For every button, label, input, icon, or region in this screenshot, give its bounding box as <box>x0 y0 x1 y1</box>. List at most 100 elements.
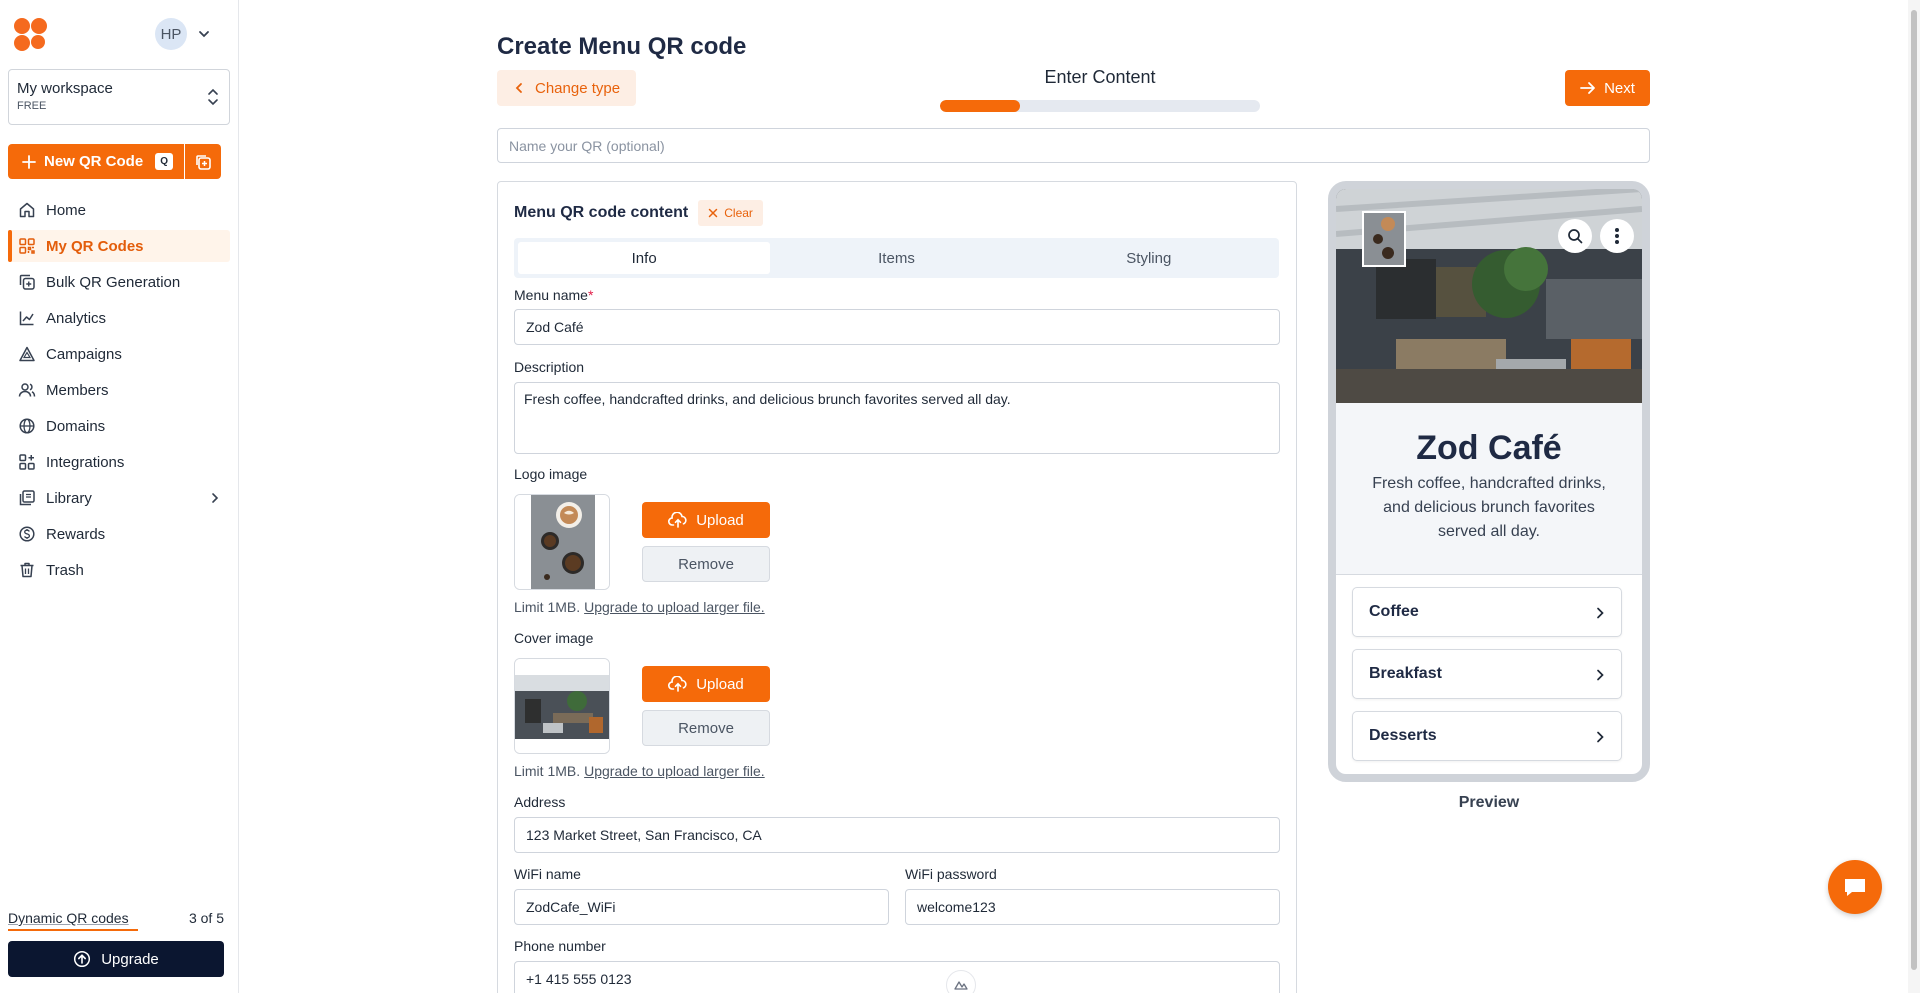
sidebar-item-label: My QR Codes <box>46 237 144 255</box>
tab-info[interactable]: Info <box>518 242 771 274</box>
menu-name-input[interactable]: Zod Café <box>514 309 1280 345</box>
cover-image-label: Cover image <box>514 630 594 646</box>
sidebar-item-label: Library <box>46 489 92 507</box>
preview-description: Fresh coffee, handcrafted drinks, and de… <box>1372 475 1606 540</box>
description-label: Description <box>514 359 585 375</box>
sidebar-item-library[interactable]: Library <box>8 482 230 514</box>
preview-title: Zod Café <box>1416 429 1562 467</box>
sidebar-item-members[interactable]: Members <box>8 374 230 406</box>
preview-more-button[interactable] <box>1600 219 1634 253</box>
integrations-icon <box>19 454 35 470</box>
upload-label: Upload <box>696 511 744 529</box>
shortcut-badge: Q <box>155 153 174 170</box>
sidebar-item-label: Domains <box>46 417 106 435</box>
card-title: Menu QR code content <box>514 204 689 221</box>
phone-preview: Zod Café Fresh coffee, handcrafted drink… <box>1328 181 1650 782</box>
preview-search-button[interactable] <box>1558 219 1592 253</box>
triangle-icon <box>19 346 35 362</box>
preview-category-breakfast[interactable]: Breakfast <box>1352 649 1622 699</box>
upgrade-upload-link[interactable]: Upgrade to upload larger file. <box>584 599 765 615</box>
sidebar-item-home[interactable]: Home <box>8 194 230 226</box>
step-label: Enter Content <box>1044 67 1156 87</box>
menu-name-label-text: Menu name <box>514 287 588 303</box>
sidebar-item-label: Home <box>46 201 87 219</box>
preview-category-desserts[interactable]: Desserts <box>1352 711 1622 761</box>
arrow-up-circle-icon <box>74 950 91 968</box>
step-progress-fill <box>940 100 1020 112</box>
cover-limit-text: Limit 1MB. Upgrade to upload larger file. <box>514 763 765 779</box>
account-menu[interactable]: HP <box>155 18 211 50</box>
chevron-up-down-icon <box>208 88 218 106</box>
logo-remove-button[interactable]: Remove <box>642 546 770 582</box>
trash-icon <box>20 562 34 578</box>
sidebar-nav: Home My QR Codes Bulk QR Generation Anal… <box>8 194 230 590</box>
duplicate-qr-button[interactable] <box>185 144 221 179</box>
chat-support-button[interactable] <box>1828 860 1882 914</box>
category-label: Desserts <box>1369 727 1437 744</box>
logo-upload-button[interactable]: Upload <box>642 502 770 538</box>
phone-number-input[interactable]: +1 415 555 0123 <box>514 961 1280 993</box>
copy-plus-icon <box>196 154 211 170</box>
workspace-name: My workspace <box>17 80 113 97</box>
avatar[interactable]: HP <box>155 18 187 50</box>
card-header: Menu QR code content Clear <box>514 200 763 226</box>
limit-text: Limit 1MB. <box>514 763 581 779</box>
sidebar-item-bulk-qr-generation[interactable]: Bulk QR Generation <box>8 266 230 298</box>
description-textarea[interactable]: Fresh coffee, handcrafted drinks, and de… <box>514 382 1280 454</box>
sidebar-item-campaigns[interactable]: Campaigns <box>8 338 230 370</box>
search-icon <box>1568 229 1583 244</box>
clear-button[interactable]: Clear <box>698 200 763 226</box>
upgrade-upload-link[interactable]: Upgrade to upload larger file. <box>584 763 765 779</box>
preview-cover-image <box>1336 189 1642 403</box>
chevron-right-icon <box>1597 607 1604 619</box>
library-icon <box>19 490 35 506</box>
menu-name-label: Menu name* <box>514 287 593 303</box>
sidebar-item-trash[interactable]: Trash <box>8 554 230 586</box>
new-qr-code-label: New QR Code <box>44 153 144 170</box>
sidebar-item-my-qr-codes[interactable]: My QR Codes <box>8 230 230 262</box>
cover-upload-button[interactable]: Upload <box>642 666 770 702</box>
sidebar-item-label: Trash <box>46 561 84 579</box>
step-progress-bar <box>940 100 1260 112</box>
upgrade-label: Upgrade <box>101 950 159 968</box>
cloud-upload-icon <box>668 512 687 528</box>
preview-category-coffee[interactable]: Coffee <box>1352 587 1622 637</box>
close-icon <box>708 208 718 218</box>
bulk-copy-icon <box>19 274 35 290</box>
wifi-password-input[interactable]: welcome123 <box>905 889 1280 925</box>
scrollbar-thumb[interactable] <box>1911 10 1917 970</box>
workspace-switcher[interactable]: My workspace FREE <box>8 69 230 125</box>
chevron-right-icon <box>212 493 219 503</box>
cover-remove-button[interactable]: Remove <box>642 710 770 746</box>
scroll-helper-button[interactable] <box>946 970 976 993</box>
sidebar: HP My workspace FREE New QR Code Q Home … <box>0 0 239 993</box>
next-label: Next <box>1604 79 1635 97</box>
mountain-icon <box>954 981 968 990</box>
upgrade-button[interactable]: Upgrade <box>8 941 224 977</box>
chevron-right-icon <box>1597 731 1604 743</box>
sidebar-item-analytics[interactable]: Analytics <box>8 302 230 334</box>
change-type-label: Change type <box>535 79 621 97</box>
sidebar-item-rewards[interactable]: Rewards <box>8 518 230 550</box>
address-label: Address <box>514 794 566 810</box>
page-scrollbar[interactable] <box>1908 0 1920 993</box>
cloud-upload-icon <box>668 676 687 692</box>
brand-logo-icon[interactable] <box>14 18 50 52</box>
qr-name-input[interactable] <box>497 128 1650 163</box>
change-type-button[interactable]: Change type <box>497 70 636 106</box>
sidebar-item-label: Campaigns <box>46 345 122 363</box>
sidebar-item-domains[interactable]: Domains <box>8 410 230 442</box>
address-input[interactable]: 123 Market Street, San Francisco, CA <box>514 817 1280 853</box>
arrow-right-icon <box>1580 82 1595 94</box>
new-qr-code-button[interactable]: New QR Code Q <box>8 144 184 179</box>
tab-items[interactable]: Items <box>770 242 1022 274</box>
sidebar-item-integrations[interactable]: Integrations <box>8 446 230 478</box>
dynamic-qr-usage: Dynamic QR codes 3 of 5 <box>8 910 224 926</box>
cover-cafe-image <box>515 659 609 753</box>
dynamic-qr-label[interactable]: Dynamic QR codes <box>8 910 129 926</box>
wifi-name-input[interactable]: ZodCafe_WiFi <box>514 889 889 925</box>
tab-styling[interactable]: Styling <box>1023 242 1275 274</box>
next-button[interactable]: Next <box>1565 70 1650 106</box>
more-vertical-icon <box>1615 228 1619 244</box>
dynamic-qr-usage-bar <box>8 929 138 931</box>
